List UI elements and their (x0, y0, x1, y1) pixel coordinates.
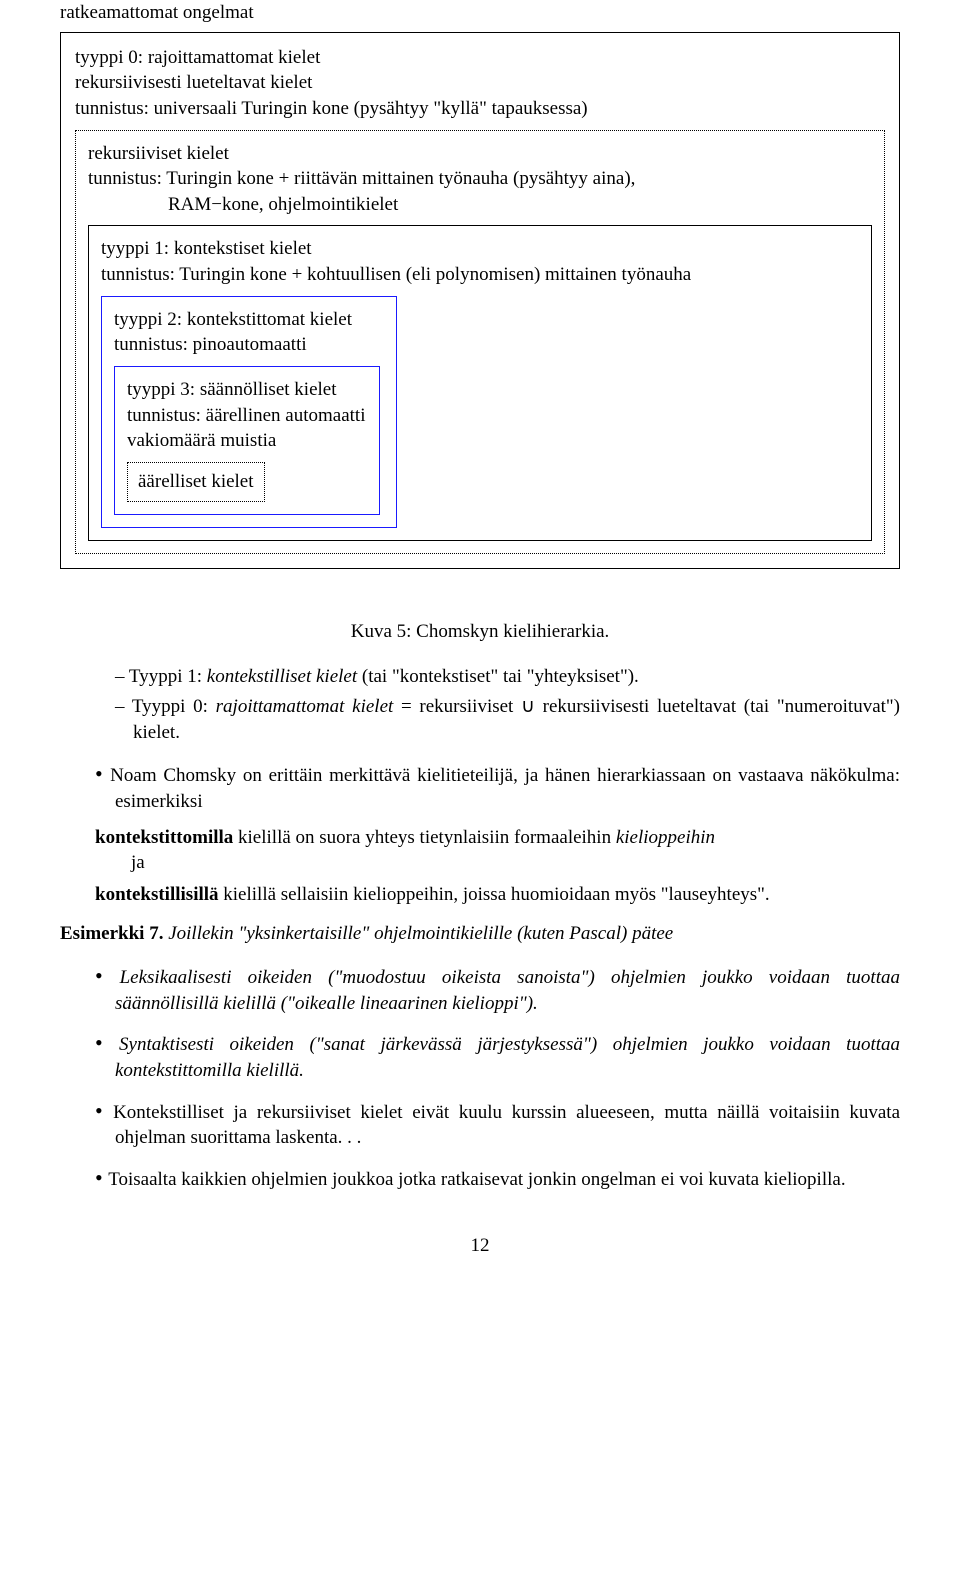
tyyppi-1-box: tyyppi 1: kontekstiset kielet tunnistus:… (88, 225, 872, 540)
bullet-chomsky: Noam Chomsky on erittäin merkittävä kiel… (95, 759, 900, 907)
page: ratkeamattomat ongelmat tyyppi 0: rajoit… (0, 0, 960, 1298)
ex-bullet-3: Kontekstilliset ja rekursiiviset kielet … (95, 1096, 900, 1151)
aarelliset-box: äärelliset kielet (127, 462, 265, 502)
rekursiiviset-line2: tunnistus: Turingin kone + riittävän mit… (88, 166, 872, 192)
hierarchy-diagram: ratkeamattomat ongelmat tyyppi 0: rajoit… (60, 0, 900, 569)
ex-bullet-4: Toisaalta kaikkien ohjelmien joukkoa jot… (95, 1163, 900, 1193)
def-kontekstillisilla: kontekstillisillä kielillä sellaisiin ki… (115, 882, 900, 908)
rekursiiviset-title: rekursiiviset kielet (88, 141, 872, 167)
def-kontekstittomilla: kontekstittomilla kielillä on suora yhte… (115, 825, 900, 876)
page-number: 12 (60, 1233, 900, 1259)
tyyppi-0-title: tyyppi 0: rajoittamattomat kielet (75, 45, 885, 71)
tyyppi-0-line3: tunnistus: universaali Turingin kone (py… (75, 96, 885, 122)
aarelliset-label: äärelliset kielet (138, 471, 254, 492)
tyyppi-2-title: tyyppi 2: kontekstittomat kielet (114, 307, 384, 333)
tyyppi-2-line2: tunnistus: pinoautomaatti (114, 332, 384, 358)
example-bullets: Leksikaalisesti oikeiden ("muodostuu oik… (60, 961, 900, 1193)
tyyppi-3-line2: tunnistus: äärellinen automaatti (127, 403, 367, 429)
ex-bullet-1: Leksikaalisesti oikeiden ("muodostuu oik… (95, 961, 900, 1016)
rekursiiviset-line3: RAM−kone, ohjelmointikielet (88, 192, 872, 218)
ex-bullet-2: Syntaktisesti oikeiden ("sanat järkeväss… (95, 1028, 900, 1083)
figure-caption: Kuva 5: Chomskyn kielihierarkia. (60, 619, 900, 645)
tyyppi-1-title: tyyppi 1: kontekstiset kielet (101, 236, 859, 262)
ratkeamattomat-label: ratkeamattomat ongelmat (60, 0, 900, 26)
tyyppi-3-title: tyyppi 3: säännölliset kielet (127, 377, 367, 403)
rekursiiviset-box: rekursiiviset kielet tunnistus: Turingin… (75, 130, 885, 554)
tyyppi-0-line2: rekursiivisesti lueteltavat kielet (75, 70, 885, 96)
tyyppi-3-box: tyyppi 3: säännölliset kielet tunnistus:… (114, 366, 380, 515)
dash-item-2: Tyyppi 0: rajoittamattomat kielet = reku… (115, 694, 900, 745)
tyyppi-1-line2: tunnistus: Turingin kone + kohtuullisen … (101, 262, 859, 288)
tyyppi-2-box: tyyppi 2: kontekstittomat kielet tunnist… (101, 296, 397, 528)
tyyppi-3-line3: vakiomäärä muistia (127, 428, 367, 454)
bullet-chomsky-list: Noam Chomsky on erittäin merkittävä kiel… (60, 759, 900, 907)
definition-list: kontekstittomilla kielillä on suora yhte… (115, 825, 900, 908)
dash-item-1: Tyyppi 1: kontekstilliset kielet (tai "k… (115, 664, 900, 690)
example-7: Esimerkki 7. Joillekin "yksinkertaisille… (60, 921, 900, 947)
tyyppi-0-box: tyyppi 0: rajoittamattomat kielet rekurs… (60, 32, 900, 569)
dash-list: Tyyppi 1: kontekstilliset kielet (tai "k… (60, 664, 900, 745)
